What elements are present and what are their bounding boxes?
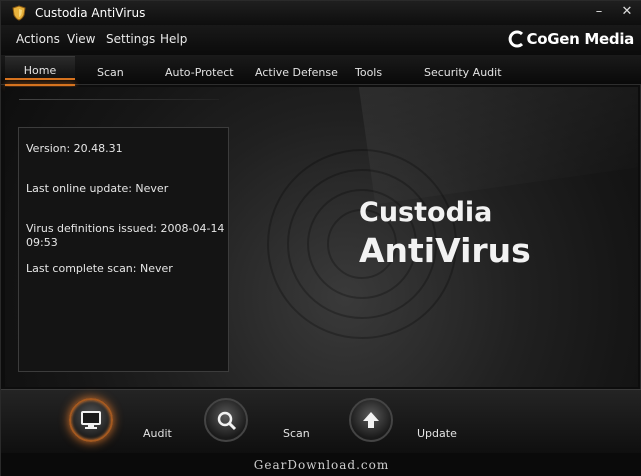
shield-icon [12,5,26,21]
version-text: Version: 20.48.31 [26,142,123,155]
footer: GearDownload.com [1,453,641,476]
tab-scan[interactable]: Scan [97,66,124,79]
tab-tools[interactable]: Tools [355,66,382,79]
watermark-text: GearDownload.com [253,458,390,472]
last-online-update-text: Last online update: Never [26,182,169,195]
app-window: Custodia AntiVirus – ✕ Actions View Sett… [0,0,641,476]
action-bar: Audit Scan Update [1,389,641,453]
monitor-icon [81,411,101,429]
brand-logo: CoGen Media [508,30,634,48]
tab-bar: Home Scan Auto-Protect Active Defense To… [1,55,641,85]
tab-home[interactable]: Home [5,56,75,80]
scan-button[interactable] [204,398,248,442]
menu-help[interactable]: Help [160,32,187,46]
product-name-line2: AntiVirus [359,231,531,270]
virus-definitions-time: 09:53 [26,236,58,249]
menu-bar: Actions View Settings Help CoGen Media [1,25,641,55]
update-button[interactable] [349,398,393,442]
virus-definitions-text: Virus definitions issued: 2008-04-14 [26,222,225,235]
tab-active-defense[interactable]: Active Defense [255,66,338,79]
menu-settings[interactable]: Settings [106,32,155,46]
audit-label[interactable]: Audit [143,427,172,440]
window-title: Custodia AntiVirus [35,6,146,20]
product-name-line1: Custodia [359,197,493,228]
title-bar: Custodia AntiVirus – ✕ [1,1,641,25]
update-label[interactable]: Update [417,427,457,440]
last-complete-scan-text: Last complete scan: Never [26,262,173,275]
menu-actions[interactable]: Actions [16,32,60,46]
up-arrow-icon [363,412,379,428]
brand-name: CoGen Media [526,30,634,48]
status-info-panel: Version: 20.48.31 Last online update: Ne… [18,127,229,372]
magnifier-icon [217,411,237,431]
audit-button[interactable] [69,398,113,442]
menu-view[interactable]: View [67,32,95,46]
minimize-button[interactable]: – [592,4,606,20]
close-button[interactable]: ✕ [620,4,634,20]
cogen-logo-icon [509,30,524,48]
active-tab-indicator [5,84,75,86]
divider [19,99,219,100]
home-content: Version: 20.48.31 Last online update: Ne… [5,87,638,387]
tab-security-audit[interactable]: Security Audit [424,66,502,79]
tab-auto-protect[interactable]: Auto-Protect [165,66,234,79]
scan-label[interactable]: Scan [283,427,310,440]
